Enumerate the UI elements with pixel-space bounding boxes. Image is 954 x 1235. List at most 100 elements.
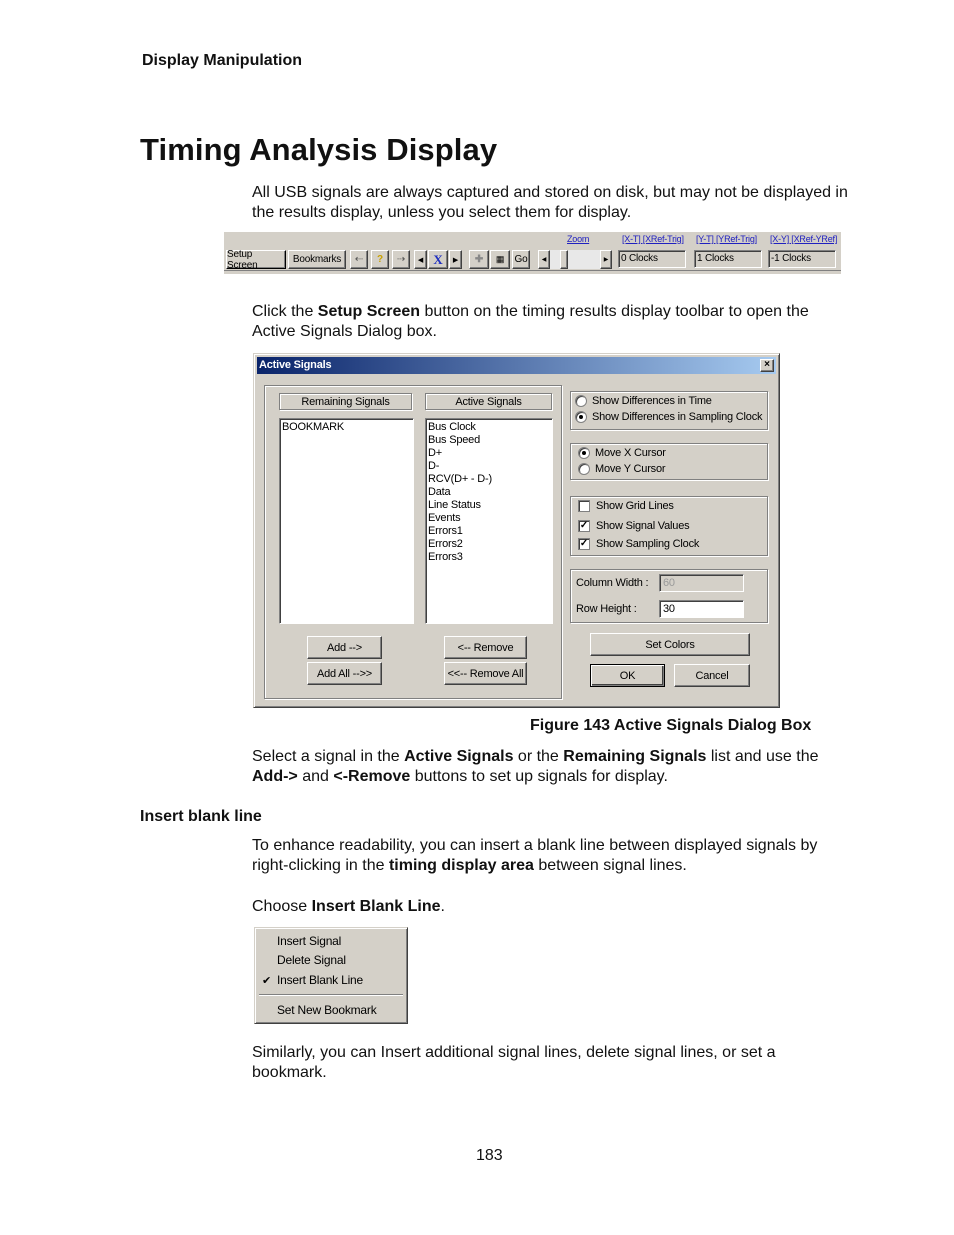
search-next-icon[interactable]: ⇢ [392, 250, 410, 269]
timing-toolbar: Setup Screen Bookmarks ⇠ ? ⇢ ◀ X ▶ ✚ ▦ G… [224, 232, 841, 274]
column-width-label: Column Width : [576, 577, 649, 589]
show-diff-time-radio[interactable]: Show Differences in Time [575, 395, 712, 407]
zoom-slider-thumb[interactable] [560, 250, 568, 269]
page-title: Timing Analysis Display [140, 132, 498, 167]
menu-item-set-new-bookmark[interactable]: Set New Bookmark [277, 1003, 377, 1017]
intro-paragraph: All USB signals are always captured and … [252, 184, 848, 221]
label: Move X Cursor [595, 447, 666, 459]
active-signals-header: Active Signals [425, 393, 552, 410]
xy-value-field: -1 Clocks [768, 250, 836, 268]
setup-screen-button[interactable]: Setup Screen [226, 249, 286, 271]
scroll-left-icon[interactable]: ◀ [538, 250, 550, 269]
search-prev-icon[interactable]: ⇠ [350, 250, 368, 269]
add-button[interactable]: Add --> [307, 636, 382, 659]
plus-icon[interactable]: ✚ [469, 250, 489, 269]
checkbox-checked-icon: ✓ [578, 538, 590, 550]
bold-text: Add-> [252, 768, 298, 785]
move-y-cursor-radio[interactable]: Move Y Cursor [578, 463, 666, 475]
active-signals-list[interactable]: Bus Clock Bus Speed D+ D- RCV(D+ - D-) D… [425, 418, 553, 624]
text: and [297, 768, 334, 785]
go-button[interactable]: Go [512, 250, 530, 269]
ok-button[interactable]: OK [590, 664, 665, 687]
show-diff-clock-radio[interactable]: Show Differences in Sampling Clock [575, 411, 763, 423]
yt-link[interactable]: [Y-T] [YRef-Trig] [696, 234, 757, 244]
text: buttons to set up signals for display. [410, 768, 668, 785]
menu-separator [259, 994, 403, 996]
menu-item-insert-blank-line[interactable]: Insert Blank Line [277, 973, 363, 987]
list-item[interactable]: D+ [428, 447, 550, 460]
text: or the [513, 748, 564, 765]
remaining-signals-list[interactable]: BOOKMARK [279, 418, 414, 624]
column-width-field: 60 [659, 574, 744, 592]
text: list and use the [706, 748, 819, 765]
xt-link[interactable]: [X-T] [XRef-Trig] [622, 234, 684, 244]
yt-value-field: 1 Clocks [694, 250, 762, 268]
show-grid-lines-checkbox[interactable]: Show Grid Lines [578, 500, 674, 512]
list-item[interactable]: Errors2 [428, 538, 550, 551]
remove-button[interactable]: <-- Remove [444, 636, 527, 659]
dialog-titlebar[interactable]: Active Signals × [257, 357, 776, 374]
section-heading: Insert blank line [140, 808, 262, 825]
label: Show Differences in Time [592, 395, 712, 407]
x-cursor-icon[interactable]: X [428, 250, 448, 269]
bold-text: Insert Blank Line [311, 898, 441, 915]
list-item[interactable]: Errors3 [428, 551, 550, 564]
label: Show Grid Lines [596, 500, 674, 512]
arrow-left-icon[interactable]: ◀ [414, 250, 427, 269]
list-item[interactable]: Bus Speed [428, 434, 550, 447]
active-signals-dialog: Active Signals × Remaining Signals Activ… [253, 353, 780, 708]
show-sampling-clock-checkbox[interactable]: ✓ Show Sampling Clock [578, 538, 699, 550]
similar-paragraph: Similarly, you can Insert additional sig… [252, 1044, 776, 1081]
grid-icon[interactable]: ▦ [490, 250, 510, 269]
text: between signal lines. [533, 857, 687, 874]
list-item[interactable]: RCV(D+ - D-) [428, 473, 550, 486]
scroll-right-icon[interactable]: ▶ [600, 250, 612, 269]
bold-text: Setup Screen [317, 303, 421, 320]
bold-text: <-Remove [333, 768, 411, 785]
close-icon[interactable]: × [760, 359, 774, 372]
xy-link[interactable]: [X-Y] [XRef-YRef] [770, 234, 837, 244]
radio-icon [575, 395, 587, 407]
xt-value-field: 0 Clocks [618, 250, 686, 268]
set-colors-button[interactable]: Set Colors [590, 633, 750, 656]
move-x-cursor-radio[interactable]: Move X Cursor [578, 447, 666, 459]
text: Choose [252, 898, 312, 915]
label: Show Differences in Sampling Clock [592, 411, 763, 423]
enhance-paragraph: To enhance readability, you can insert a… [252, 836, 847, 876]
radio-selected-icon [578, 447, 590, 459]
bookmarks-button[interactable]: Bookmarks [288, 250, 346, 269]
list-item[interactable]: D- [428, 460, 550, 473]
show-signal-values-checkbox[interactable]: ✓ Show Signal Values [578, 520, 690, 532]
cancel-button[interactable]: Cancel [674, 664, 750, 687]
list-item[interactable]: Events [428, 512, 550, 525]
page-number: 183 [476, 1147, 503, 1164]
label: Move Y Cursor [595, 463, 666, 475]
bold-text: timing display area [388, 857, 534, 874]
text: Click the [252, 303, 318, 320]
zoom-link[interactable]: Zoom [567, 234, 589, 244]
text: . [440, 898, 445, 915]
list-item[interactable]: Data [428, 486, 550, 499]
row-height-field[interactable]: 30 [659, 600, 744, 618]
list-item[interactable]: Bus Clock [428, 421, 550, 434]
bold-text: Remaining Signals [563, 748, 707, 765]
text: Select a signal in the [252, 748, 405, 765]
menu-item-delete-signal[interactable]: Delete Signal [277, 953, 346, 967]
radio-selected-icon [575, 411, 587, 423]
arrow-right-icon[interactable]: ▶ [449, 250, 462, 269]
dialog-title: Active Signals [259, 359, 332, 371]
zoom-slider-track[interactable] [550, 250, 600, 269]
checkmark-icon: ✔ [262, 975, 272, 987]
remove-all-button[interactable]: <<-- Remove All [444, 662, 527, 685]
context-menu: Insert Signal Delete Signal ✔ Insert Bla… [254, 927, 408, 1024]
list-item[interactable]: Errors1 [428, 525, 550, 538]
figure-caption: Figure 143 Active Signals Dialog Box [530, 717, 812, 734]
add-all-button[interactable]: Add All -->> [307, 662, 382, 685]
choose-paragraph: Choose Insert Blank Line. [252, 897, 852, 917]
list-item[interactable]: BOOKMARK [282, 421, 411, 434]
menu-item-insert-signal[interactable]: Insert Signal [277, 934, 341, 948]
label: Show Sampling Clock [596, 538, 700, 550]
setup-paragraph: Click the Setup Screen button on the tim… [252, 302, 852, 342]
list-item[interactable]: Line Status [428, 499, 550, 512]
search-binoculars-icon[interactable]: ? [371, 250, 389, 269]
